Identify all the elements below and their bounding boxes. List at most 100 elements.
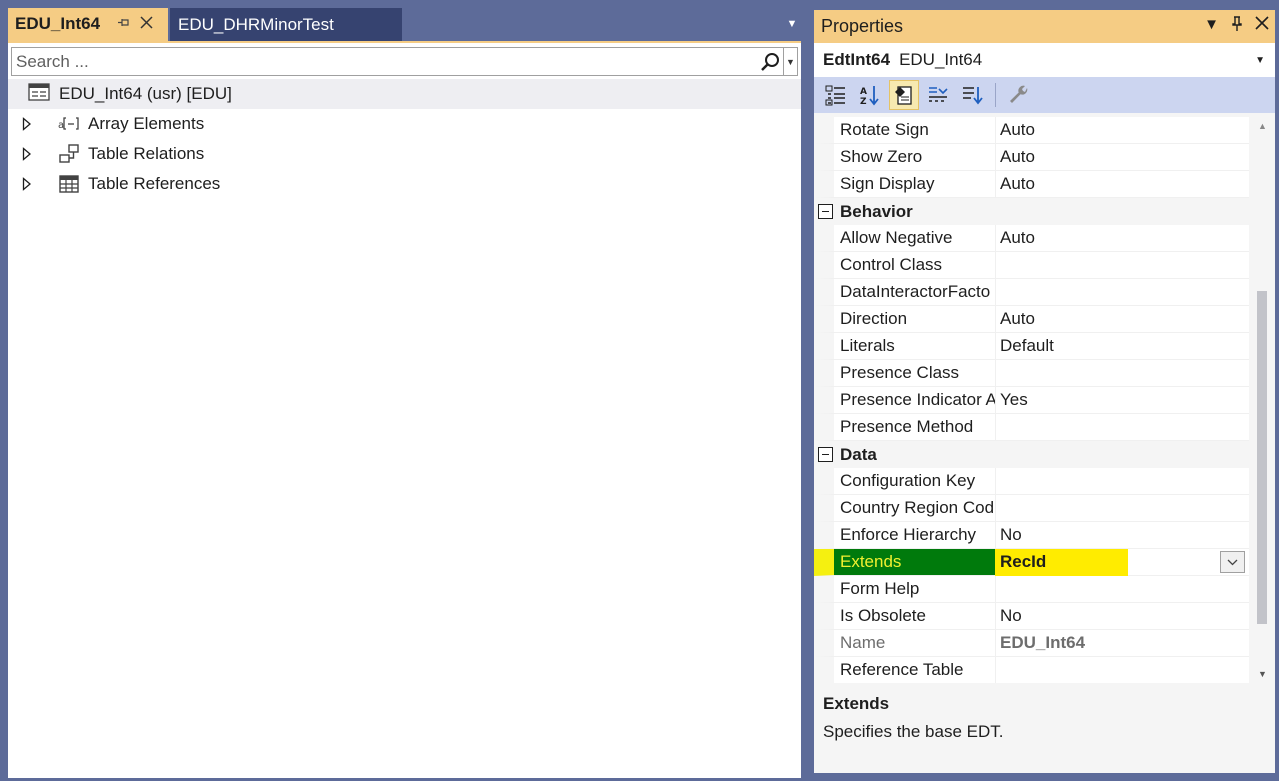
property-value-text: Yes bbox=[1000, 390, 1028, 409]
chevron-down-icon[interactable]: ▼ bbox=[1255, 55, 1265, 66]
property-name: Name bbox=[814, 630, 995, 657]
search-input[interactable] bbox=[12, 49, 757, 74]
chevron-down-icon[interactable]: ▼ bbox=[783, 18, 801, 34]
pin-icon[interactable] bbox=[1231, 16, 1243, 36]
property-row[interactable]: Configuration Key bbox=[814, 468, 1249, 495]
tree-item-table-references[interactable]: Table References bbox=[8, 169, 801, 199]
scroll-up-icon[interactable]: ▲ bbox=[1258, 121, 1267, 131]
tree-item-label: Table References bbox=[88, 174, 221, 193]
collapse-icon[interactable] bbox=[818, 447, 833, 462]
property-row[interactable]: Literals Default bbox=[814, 333, 1249, 360]
categorized-icon[interactable] bbox=[821, 80, 851, 110]
property-name: Form Help bbox=[814, 576, 995, 603]
property-description-panel: Extends Specifies the base EDT. bbox=[814, 683, 1275, 773]
scroll-down-icon[interactable]: ▼ bbox=[1258, 669, 1267, 679]
property-value-text: Auto bbox=[1000, 174, 1035, 193]
property-value[interactable] bbox=[995, 495, 1249, 522]
property-row[interactable]: Form Help bbox=[814, 576, 1249, 603]
collapse-icon[interactable] bbox=[818, 204, 833, 219]
property-category[interactable]: Data bbox=[814, 441, 1249, 468]
expand-arrow-icon[interactable] bbox=[22, 117, 36, 131]
property-name: Extends bbox=[814, 549, 995, 576]
property-value[interactable] bbox=[995, 468, 1249, 495]
document-tab-strip: EDU_Int64 EDU_DHRMinorTest ▼ bbox=[8, 8, 801, 41]
close-icon[interactable] bbox=[140, 13, 153, 34]
property-value-text: Auto bbox=[1000, 309, 1035, 328]
expand-arrow-icon[interactable] bbox=[22, 177, 36, 191]
sort-alphabetical-icon[interactable]: AZ bbox=[855, 80, 885, 110]
property-value-text: Default bbox=[1000, 336, 1054, 355]
property-row[interactable]: DataInteractorFacto bbox=[814, 279, 1249, 306]
search-icon[interactable] bbox=[757, 49, 783, 75]
close-icon[interactable] bbox=[1255, 16, 1269, 36]
property-row[interactable]: Show Zero Auto bbox=[814, 144, 1249, 171]
property-name: Is Obsolete bbox=[814, 603, 995, 630]
property-name: Configuration Key bbox=[814, 468, 995, 495]
expand-arrow-icon[interactable] bbox=[22, 147, 36, 161]
property-value[interactable] bbox=[995, 360, 1249, 387]
events-expand-icon[interactable] bbox=[923, 80, 953, 110]
properties-page-icon[interactable] bbox=[889, 80, 919, 110]
tab-label: EDU_DHRMinorTest bbox=[178, 14, 334, 34]
property-value[interactable]: Auto bbox=[995, 306, 1249, 333]
tab-edu-dhrminortest[interactable]: EDU_DHRMinorTest bbox=[170, 8, 402, 41]
property-row[interactable]: Presence Indicator A Yes bbox=[814, 387, 1249, 414]
property-value[interactable]: Auto bbox=[995, 117, 1249, 144]
property-value-text: EDU_Int64 bbox=[1000, 633, 1086, 652]
property-row[interactable]: Country Region Cod bbox=[814, 495, 1249, 522]
object-type: EdtInt64 bbox=[823, 50, 891, 69]
property-row[interactable]: Enforce Hierarchy No bbox=[814, 522, 1249, 549]
property-value[interactable]: Auto bbox=[995, 171, 1249, 198]
property-row[interactable]: Allow Negative Auto bbox=[814, 225, 1249, 252]
property-grid-scrollbar[interactable]: ▲ ▼ bbox=[1249, 117, 1275, 683]
property-value-text: Auto bbox=[1000, 147, 1035, 166]
properties-title: Properties bbox=[821, 16, 904, 36]
object-selector[interactable]: EdtInt64 EDU_Int64 ▼ bbox=[814, 43, 1275, 77]
property-name: Direction bbox=[814, 306, 995, 333]
search-options-dropdown[interactable]: ▼ bbox=[783, 48, 797, 75]
property-value[interactable]: Default bbox=[995, 333, 1249, 360]
property-value[interactable]: Yes bbox=[995, 387, 1249, 414]
pin-icon[interactable] bbox=[117, 16, 130, 32]
property-value[interactable] bbox=[995, 576, 1249, 603]
property-name: Country Region Cod bbox=[814, 495, 995, 522]
property-value[interactable]: Auto bbox=[995, 144, 1249, 171]
property-category[interactable]: Behavior bbox=[814, 198, 1249, 225]
property-row[interactable]: Control Class bbox=[814, 252, 1249, 279]
property-row[interactable]: Is Obsolete No bbox=[814, 603, 1249, 630]
property-row[interactable]: Reference Table bbox=[814, 657, 1249, 683]
category-label: Data bbox=[840, 444, 877, 464]
property-row[interactable]: Presence Class bbox=[814, 360, 1249, 387]
property-value[interactable] bbox=[995, 279, 1249, 306]
wrench-icon[interactable] bbox=[1004, 80, 1034, 110]
property-name: Enforce Hierarchy bbox=[814, 522, 995, 549]
sort-list-icon[interactable] bbox=[957, 80, 987, 110]
property-value[interactable] bbox=[995, 657, 1249, 683]
property-row[interactable]: Extends RecId bbox=[814, 549, 1249, 576]
extends-dropdown-button[interactable] bbox=[1220, 551, 1245, 573]
property-row[interactable]: Sign Display Auto bbox=[814, 171, 1249, 198]
designer-tree: EDU_Int64 (usr) [EDU] a Array Elements T… bbox=[8, 79, 801, 199]
property-row[interactable]: Direction Auto bbox=[814, 306, 1249, 333]
property-grid: Rotate Sign Auto Show Zero Auto Sign Display… bbox=[814, 117, 1275, 683]
property-name: Reference Table bbox=[814, 657, 995, 683]
property-value[interactable] bbox=[995, 252, 1249, 279]
property-name: Allow Negative bbox=[814, 225, 995, 252]
property-row[interactable]: Rotate Sign Auto bbox=[814, 117, 1249, 144]
tree-item-array-elements[interactable]: a Array Elements bbox=[8, 109, 801, 139]
window-options-icon[interactable]: ▼ bbox=[1204, 16, 1219, 36]
tab-edu-int64[interactable]: EDU_Int64 bbox=[8, 8, 168, 41]
property-row[interactable]: Presence Method bbox=[814, 414, 1249, 441]
property-row[interactable]: Name EDU_Int64 bbox=[814, 630, 1249, 657]
property-value[interactable] bbox=[995, 414, 1249, 441]
scroll-thumb[interactable] bbox=[1257, 291, 1267, 624]
properties-pane: Properties ▼ EdtInt64 EDU_Int64 ▼ AZ Rot… bbox=[814, 10, 1275, 773]
property-name: Show Zero bbox=[814, 144, 995, 171]
table-relations-icon bbox=[58, 144, 80, 163]
property-value[interactable]: No bbox=[995, 603, 1249, 630]
property-value[interactable]: Auto bbox=[995, 225, 1249, 252]
tree-root-node[interactable]: EDU_Int64 (usr) [EDU] bbox=[8, 79, 801, 109]
tree-item-table-relations[interactable]: Table Relations bbox=[8, 139, 801, 169]
designer-body: ▼ EDU_Int64 (usr) [EDU] a Array Elements bbox=[8, 43, 801, 778]
property-value[interactable]: No bbox=[995, 522, 1249, 549]
